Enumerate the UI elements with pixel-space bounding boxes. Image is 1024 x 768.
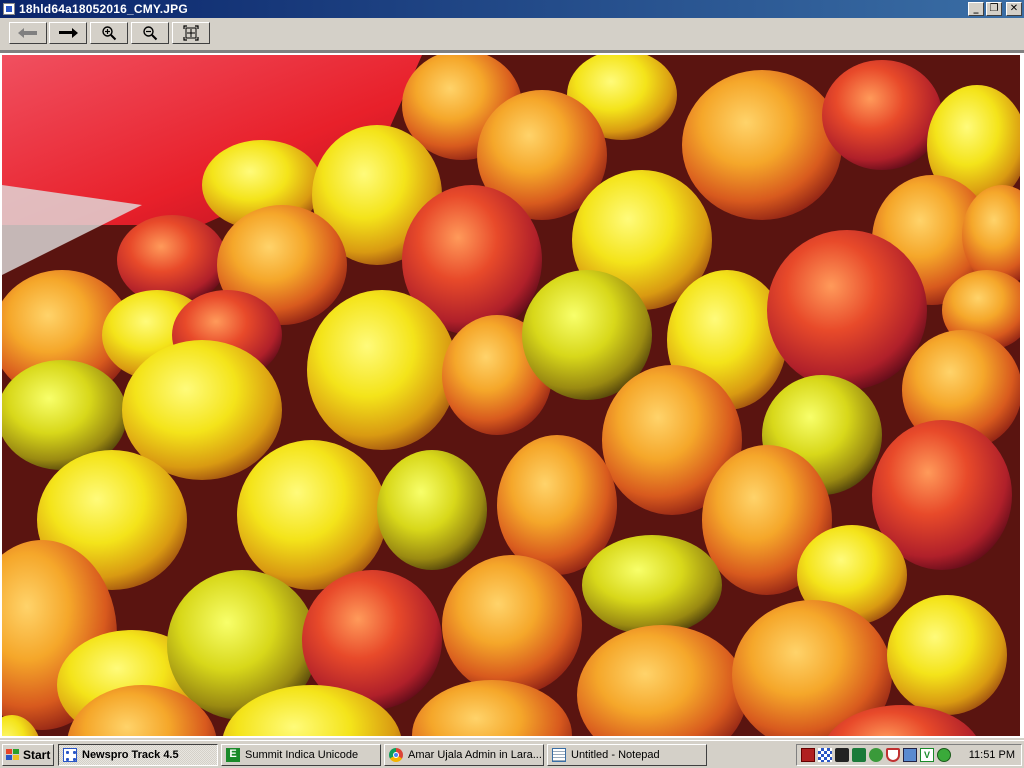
task-chrome[interactable]: Amar Ujala Admin in Lara... bbox=[384, 744, 544, 766]
vc-icon[interactable]: V bbox=[920, 748, 934, 762]
image-viewport[interactable] bbox=[0, 51, 1024, 738]
zoom-out-button[interactable] bbox=[131, 22, 169, 44]
task-notepad[interactable]: Untitled - Notepad bbox=[547, 744, 707, 766]
volume-icon[interactable] bbox=[852, 748, 866, 762]
network-icon[interactable] bbox=[818, 748, 832, 762]
image-viewer-icon bbox=[3, 3, 15, 15]
forward-button[interactable] bbox=[49, 22, 87, 44]
hindi-ime-icon[interactable] bbox=[801, 748, 815, 762]
arrow-left-icon bbox=[18, 28, 37, 38]
fit-to-window-button[interactable] bbox=[172, 22, 210, 44]
peaches-image bbox=[2, 55, 1020, 736]
arrow-right-icon bbox=[59, 28, 78, 38]
shield-icon[interactable] bbox=[886, 748, 900, 762]
task-label: Amar Ujala Admin in Lara... bbox=[408, 749, 542, 761]
newspro-icon bbox=[63, 748, 77, 762]
restore-button[interactable]: ❐ bbox=[986, 2, 1002, 16]
taskbar: Start Newspro Track 4.5 E Summit Indica … bbox=[0, 740, 1024, 768]
back-button[interactable] bbox=[9, 22, 47, 44]
minimize-button[interactable]: _ bbox=[968, 2, 984, 16]
zoom-in-icon bbox=[102, 26, 117, 41]
zoom-out-icon bbox=[143, 26, 158, 41]
window-controls: _ ❐ ✕ bbox=[968, 2, 1022, 16]
summit-indica-icon: E bbox=[226, 748, 240, 762]
viewer-toolbar bbox=[0, 18, 1024, 51]
task-summit-indica[interactable]: E Summit Indica Unicode bbox=[221, 744, 381, 766]
zoom-in-button[interactable] bbox=[90, 22, 128, 44]
system-tray: V 11:51 PM bbox=[796, 744, 1022, 766]
display-icon[interactable] bbox=[903, 748, 917, 762]
keyboard-icon[interactable] bbox=[835, 748, 849, 762]
close-button[interactable]: ✕ bbox=[1006, 2, 1022, 16]
start-label: Start bbox=[23, 748, 51, 762]
window-title: 18hld64a18052016_CMY.JPG bbox=[19, 2, 188, 16]
task-label: Untitled - Notepad bbox=[571, 749, 660, 761]
fit-to-window-icon bbox=[183, 25, 199, 41]
security-icon[interactable] bbox=[869, 748, 883, 762]
windows-flag-icon bbox=[6, 749, 20, 761]
window-title-bar[interactable]: 18hld64a18052016_CMY.JPG _ ❐ ✕ bbox=[0, 0, 1024, 18]
task-label: Summit Indica Unicode bbox=[245, 749, 359, 761]
task-newspro[interactable]: Newspro Track 4.5 bbox=[58, 744, 218, 766]
start-button[interactable]: Start bbox=[2, 744, 54, 766]
notepad-icon bbox=[552, 748, 566, 762]
task-label: Newspro Track 4.5 bbox=[82, 749, 179, 761]
peaches-photo bbox=[2, 55, 1020, 736]
update-icon[interactable] bbox=[937, 748, 951, 762]
chrome-icon bbox=[389, 748, 403, 762]
taskbar-clock[interactable]: 11:51 PM bbox=[969, 749, 1015, 761]
